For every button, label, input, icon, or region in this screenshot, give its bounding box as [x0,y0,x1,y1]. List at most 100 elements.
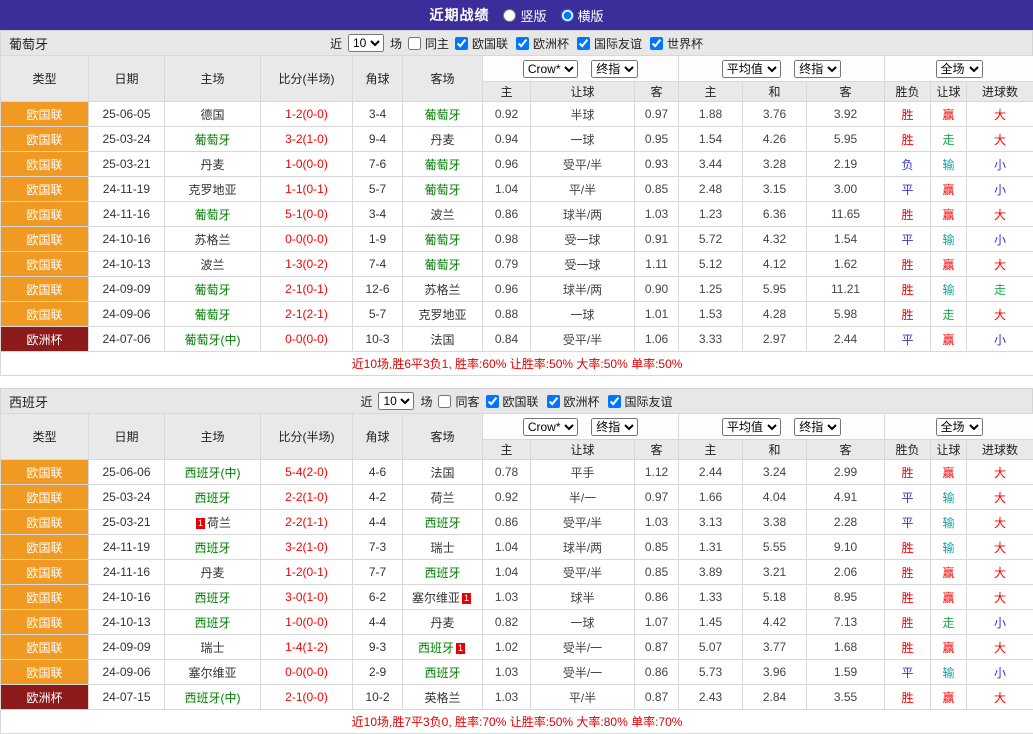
average-select[interactable]: 平均值 [722,418,781,436]
home-team-cell[interactable]: 丹麦 [165,152,261,177]
average-stage-select[interactable]: 终指 [794,60,841,78]
results-body: 欧国联25-06-05德国1-2(0-0)3-4葡萄牙0.92半球0.971.8… [1,102,1033,352]
home-team-cell[interactable]: 西班牙(中) [165,685,261,710]
home-team-cell[interactable]: 西班牙(中) [165,460,261,485]
games-label: 场 [420,393,432,410]
competition-filter[interactable]: 世界杯 [650,35,703,52]
odds-stage-select[interactable]: 终指 [591,418,638,436]
same-venue-checkbox[interactable] [408,37,421,50]
home-team-cell[interactable]: 葡萄牙 [165,277,261,302]
home-team-cell[interactable]: 塞尔维亚 [165,660,261,685]
home-team-cell[interactable]: 波兰 [165,252,261,277]
competition-label: 欧洲杯 [564,393,600,410]
home-team-cell[interactable]: 西班牙 [165,535,261,560]
corner-cell: 5-7 [353,302,403,327]
bookmaker-select[interactable]: Crow* [523,418,578,436]
away-team-cell[interactable]: 葡萄牙 [403,177,483,202]
same-venue-checkbox[interactable] [438,395,451,408]
horizontal-layout-radio[interactable] [561,9,574,22]
layout-vertical-option[interactable]: 竖版 [503,6,546,25]
competition-checkbox[interactable] [650,37,663,50]
home-team-cell[interactable]: 西班牙 [165,610,261,635]
odds-away-cell: 0.87 [635,685,679,710]
vertical-layout-radio[interactable] [503,9,516,22]
fulltime-select[interactable]: 全场 [936,60,983,78]
competition-checkbox[interactable] [608,395,621,408]
away-team-cell[interactable]: 丹麦 [403,610,483,635]
odds-handicap-cell: 受半/一 [531,660,635,685]
away-team-cell[interactable]: 荷兰 [403,485,483,510]
home-team-cell[interactable]: 葡萄牙 [165,202,261,227]
fulltime-select[interactable]: 全场 [936,418,983,436]
competition-checkbox[interactable] [486,395,499,408]
competition-filter[interactable]: 欧国联 [486,393,539,410]
odds-handicap-cell: 受一球 [531,227,635,252]
odds-away-cell: 0.85 [635,560,679,585]
home-team-cell[interactable]: 葡萄牙 [165,302,261,327]
result-wdl-cell: 胜 [885,302,931,327]
same-venue-filter[interactable]: 同主 [408,35,449,52]
result-handicap-cell: 赢 [931,560,967,585]
home-team-cell[interactable]: 西班牙 [165,485,261,510]
home-team-cell[interactable]: 德国 [165,102,261,127]
score-cell: 3-2(1-0) [261,535,353,560]
team-name: 丹麦 [430,133,454,147]
competition-filter[interactable]: 欧国联 [455,35,508,52]
away-team-cell[interactable]: 塞尔维亚1 [403,585,483,610]
avg-home-cell: 2.43 [679,685,743,710]
away-team-cell[interactable]: 葡萄牙 [403,227,483,252]
competition-checkbox[interactable] [577,37,590,50]
away-team-cell[interactable]: 西班牙 [403,560,483,585]
home-team-cell[interactable]: 1荷兰 [165,510,261,535]
odds-home-cell: 0.78 [483,460,531,485]
odds-stage-select[interactable]: 终指 [591,60,638,78]
competition-checkbox[interactable] [516,37,529,50]
home-team-cell[interactable]: 苏格兰 [165,227,261,252]
competition-label: 欧洲杯 [533,35,569,52]
home-team-cell[interactable]: 葡萄牙 [165,127,261,152]
match-type-cell: 欧国联 [1,510,89,535]
away-team-cell[interactable]: 丹麦 [403,127,483,152]
avg-home-cell: 5.12 [679,252,743,277]
away-team-cell[interactable]: 西班牙 [403,510,483,535]
odds-home-cell: 1.03 [483,585,531,610]
bookmaker-select[interactable]: Crow* [523,60,578,78]
layout-horizontal-option[interactable]: 横版 [561,6,604,25]
same-venue-label: 同客 [455,393,479,410]
competition-checkbox[interactable] [455,37,468,50]
result-handicap-cell: 输 [931,152,967,177]
away-team-cell[interactable]: 西班牙1 [403,635,483,660]
away-team-cell[interactable]: 法国 [403,460,483,485]
away-team-cell[interactable]: 葡萄牙 [403,252,483,277]
away-team-cell[interactable]: 克罗地亚 [403,302,483,327]
avg-draw-cell: 3.77 [743,635,807,660]
col-header-score: 比分(半场) [261,414,353,460]
result-wdl-cell: 平 [885,327,931,352]
result-handicap-cell: 赢 [931,585,967,610]
away-team-cell[interactable]: 英格兰 [403,685,483,710]
away-team-cell[interactable]: 法国 [403,327,483,352]
competition-filter[interactable]: 欧洲杯 [547,393,600,410]
average-select[interactable]: 平均值 [722,60,781,78]
home-team-cell[interactable]: 瑞士 [165,635,261,660]
competition-filter[interactable]: 欧洲杯 [516,35,569,52]
average-stage-select[interactable]: 终指 [794,418,841,436]
home-team-cell[interactable]: 克罗地亚 [165,177,261,202]
home-team-cell[interactable]: 西班牙 [165,585,261,610]
away-team-cell[interactable]: 苏格兰 [403,277,483,302]
away-team-cell[interactable]: 葡萄牙 [403,102,483,127]
home-team-cell[interactable]: 葡萄牙(中) [165,327,261,352]
match-count-select[interactable]: 10 [348,34,384,52]
competition-filter[interactable]: 国际友谊 [608,393,673,410]
score-cell: 2-1(0-1) [261,277,353,302]
away-team-cell[interactable]: 西班牙 [403,660,483,685]
competition-filter[interactable]: 国际友谊 [577,35,642,52]
away-team-cell[interactable]: 葡萄牙 [403,152,483,177]
avg-away-cell: 2.44 [807,327,885,352]
away-team-cell[interactable]: 瑞士 [403,535,483,560]
match-count-select[interactable]: 10 [378,392,414,410]
home-team-cell[interactable]: 丹麦 [165,560,261,585]
away-team-cell[interactable]: 波兰 [403,202,483,227]
competition-checkbox[interactable] [547,395,560,408]
same-venue-filter[interactable]: 同客 [438,393,479,410]
